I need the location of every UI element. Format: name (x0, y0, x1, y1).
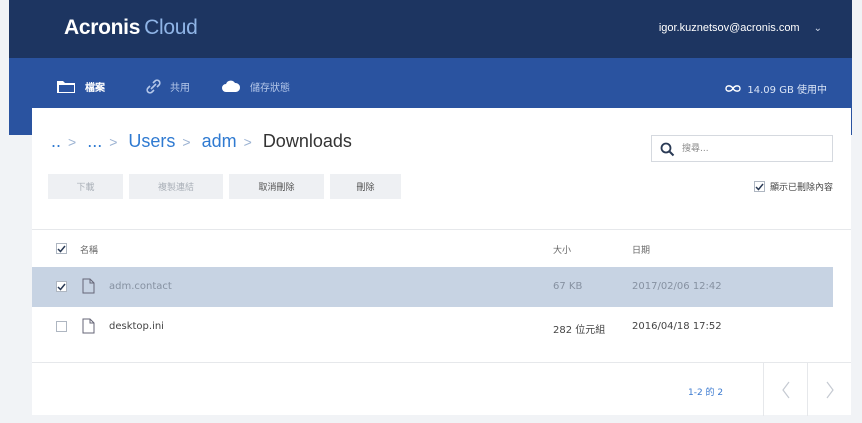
pagination: 1-2 的 2 (32, 362, 851, 416)
checkmark-icon (57, 245, 66, 253)
file-date: 2016/04/18 17:52 (632, 321, 722, 332)
nav-item-storage[interactable]: 儲存狀態 (221, 79, 290, 94)
chevron-down-icon: ⌄ (813, 23, 822, 34)
nav-item-share[interactable]: 共用 (146, 79, 190, 94)
row-checkbox[interactable] (56, 321, 67, 332)
nav-item-label: 儲存狀態 (250, 83, 290, 94)
download-button[interactable]: 下載 (48, 174, 123, 199)
file-name[interactable]: adm.contact (109, 281, 172, 292)
cloud-icon (222, 80, 241, 92)
column-header-name[interactable]: 名稱 (80, 243, 98, 256)
chevron-right-icon: > (182, 134, 191, 150)
user-menu[interactable]: igor.kuznetsov@acronis.com ⌄ (659, 22, 822, 34)
folder-icon (57, 80, 75, 93)
pagination-summary: 1-2 的 2 (688, 388, 724, 398)
show-deleted-checkbox[interactable] (753, 181, 765, 192)
next-page-button[interactable] (807, 363, 852, 416)
nav-item-label: 檔案 (85, 83, 105, 94)
infinity-icon (725, 85, 742, 92)
usage-text: 14.09 GB 使用中 (747, 85, 827, 96)
file-browser-panel: ..>...>Users>adm>Downloads 下載 複製連結 取消刪除 … (32, 108, 851, 416)
acronis-cloud-logo[interactable]: Acronis Cloud (64, 16, 198, 40)
breadcrumb-item[interactable]: ... (87, 131, 102, 151)
chevron-right-icon: > (68, 134, 77, 150)
column-header-date[interactable]: 日期 (632, 243, 650, 256)
search-box (651, 135, 833, 162)
undelete-button[interactable]: 取消刪除 (229, 174, 324, 199)
top-bar: Acronis Cloud igor.kuznetsov@acronis.com ⌄ (9, 0, 852, 58)
chevron-right-icon (826, 381, 834, 398)
storage-usage: 14.09 GB 使用中 (725, 81, 827, 96)
chevron-left-icon (782, 381, 790, 398)
breadcrumb-current: Downloads (262, 131, 352, 151)
chevron-right-icon: > (243, 134, 252, 150)
select-all-checkbox[interactable] (56, 243, 67, 254)
file-date: 2017/02/06 12:42 (632, 281, 722, 292)
checkmark-icon (755, 183, 764, 191)
search-input[interactable] (682, 141, 822, 157)
table-row[interactable]: desktop.ini 282 位元組 2016/04/18 17:52 (32, 307, 833, 347)
user-email: igor.kuznetsov@acronis.com (658, 22, 800, 34)
file-icon (82, 278, 95, 294)
row-checkbox[interactable] (56, 281, 67, 292)
search-icon (660, 142, 675, 157)
logo-brand: Acronis (64, 16, 141, 39)
show-deleted-label: 顯示已刪除內容 (769, 183, 833, 193)
file-name[interactable]: desktop.ini (109, 321, 164, 332)
show-deleted-toggle[interactable]: 顯示已刪除內容 (753, 180, 833, 193)
nav-item-label: 共用 (170, 83, 190, 94)
logo-product: Cloud (144, 16, 198, 39)
file-size: 282 位元組 (553, 325, 606, 336)
nav-item-files[interactable]: 檔案 (56, 79, 105, 94)
breadcrumb-item[interactable]: adm (202, 131, 237, 151)
copy-link-button[interactable]: 複製連結 (129, 174, 223, 199)
previous-page-button[interactable] (763, 363, 808, 416)
table-row[interactable]: adm.contact 67 KB 2017/02/06 12:42 (32, 267, 833, 307)
breadcrumb-item[interactable]: Users (128, 131, 175, 151)
table-header: 名稱 大小 日期 (32, 229, 851, 268)
file-icon (82, 318, 95, 334)
file-size: 67 KB (553, 281, 583, 292)
checkmark-icon (57, 283, 66, 291)
breadcrumb-item[interactable]: .. (51, 131, 61, 151)
chevron-right-icon: > (109, 134, 118, 150)
link-icon (146, 79, 161, 94)
delete-button[interactable]: 刪除 (330, 174, 401, 199)
column-header-size[interactable]: 大小 (553, 243, 571, 256)
breadcrumb: .. >... > Users > adm > Downloads (51, 131, 359, 152)
